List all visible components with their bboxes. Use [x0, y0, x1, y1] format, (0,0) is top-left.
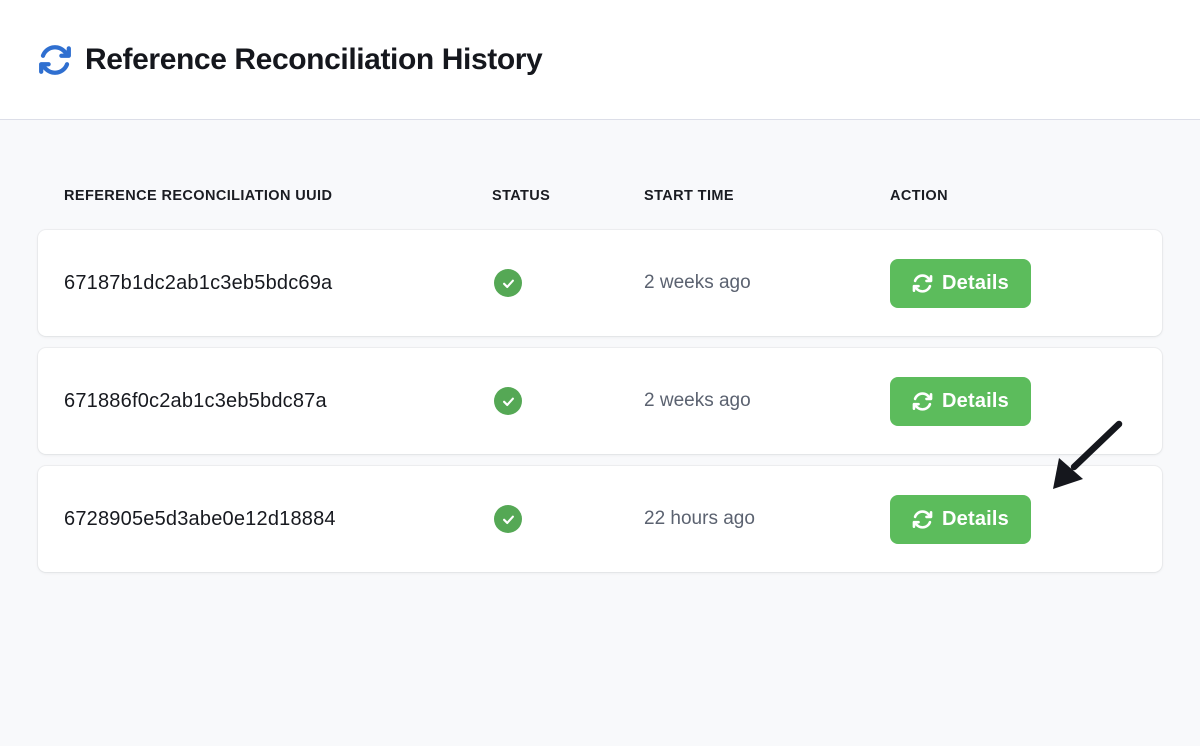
- column-header-start-time: START TIME: [644, 188, 890, 204]
- details-button[interactable]: Details: [890, 259, 1031, 308]
- check-circle-icon: [494, 387, 522, 415]
- check-circle-icon: [494, 505, 522, 533]
- details-button-label: Details: [942, 272, 1009, 295]
- table-header-row: REFERENCE RECONCILIATION UUID STATUS STA…: [38, 188, 1162, 204]
- uuid-value: 67187b1dc2ab1c3eb5bdc69a: [64, 272, 492, 295]
- table-row: 67187b1dc2ab1c3eb5bdc69a 2 weeks ago Det…: [38, 230, 1162, 336]
- column-header-action: ACTION: [890, 188, 1136, 204]
- sync-icon: [912, 391, 933, 412]
- details-button-label: Details: [942, 508, 1009, 531]
- sync-icon: [912, 273, 933, 294]
- start-time-value: 22 hours ago: [644, 508, 890, 530]
- details-button[interactable]: Details: [890, 377, 1031, 426]
- details-button[interactable]: Details: [890, 495, 1031, 544]
- reconciliation-history-table: REFERENCE RECONCILIATION UUID STATUS STA…: [0, 188, 1200, 572]
- start-time-value: 2 weeks ago: [644, 390, 890, 412]
- column-header-status: STATUS: [492, 188, 644, 204]
- sync-icon: [38, 43, 72, 77]
- table-row: 6728905e5d3abe0e12d18884 22 hours ago De…: [38, 466, 1162, 572]
- column-header-uuid: REFERENCE RECONCILIATION UUID: [64, 188, 492, 204]
- sync-icon: [912, 509, 933, 530]
- table-row: 671886f0c2ab1c3eb5bdc87a 2 weeks ago Det…: [38, 348, 1162, 454]
- topbar: Reference Reconciliation History: [0, 0, 1200, 120]
- page-title: Reference Reconciliation History: [85, 43, 542, 77]
- uuid-value: 6728905e5d3abe0e12d18884: [64, 508, 492, 531]
- uuid-value: 671886f0c2ab1c3eb5bdc87a: [64, 390, 492, 413]
- start-time-value: 2 weeks ago: [644, 272, 890, 294]
- check-circle-icon: [494, 269, 522, 297]
- details-button-label: Details: [942, 390, 1009, 413]
